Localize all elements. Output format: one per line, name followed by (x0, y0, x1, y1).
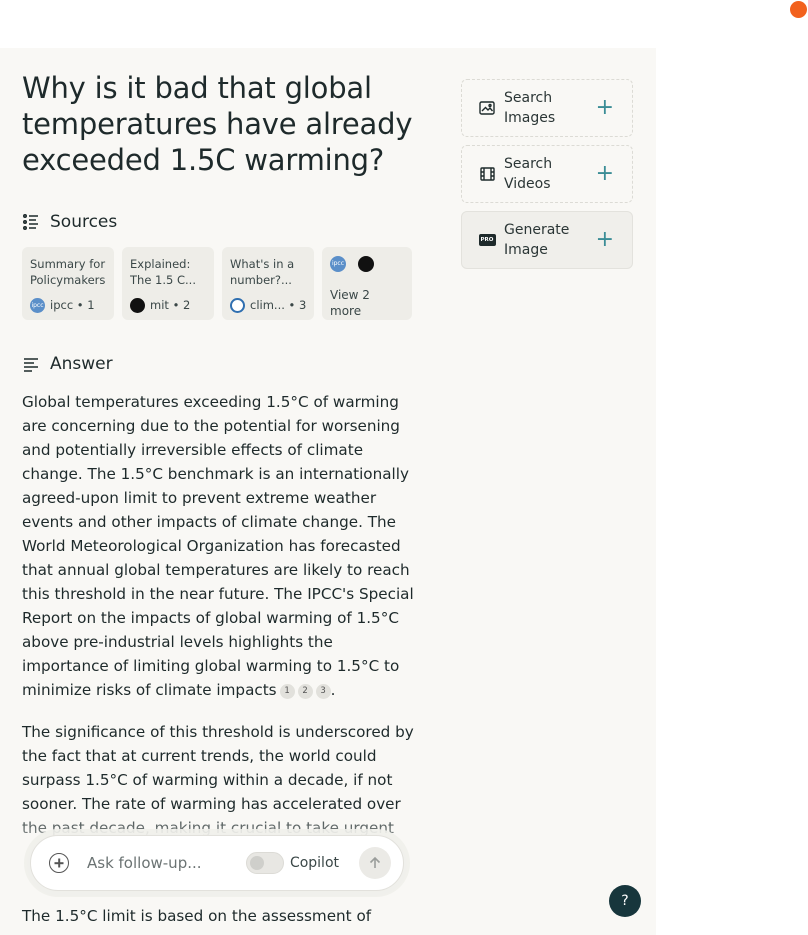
recording-indicator (790, 1, 807, 18)
more-sources-icons: ipcc (330, 256, 404, 272)
followup-input[interactable]: Ask follow-up... (87, 854, 246, 872)
ipcc-icon: ipcc (30, 297, 45, 313)
view-more-sources-button[interactable]: ipcc View 2 more (322, 247, 412, 320)
source-index: 3 (299, 298, 307, 312)
answer-text-end: . (330, 681, 336, 699)
answer-paragraph-1: Global temperatures exceeding 1.5°C of w… (22, 390, 418, 702)
generate-image-button[interactable]: PRO Generate Image + (461, 211, 633, 269)
citation-1[interactable]: 1 (279, 684, 295, 699)
answer-heading: Answer (22, 354, 113, 374)
search-images-button[interactable]: Search Images + (461, 79, 633, 137)
attach-plus-icon[interactable] (49, 853, 69, 873)
source-card-3[interactable]: What's in a number?... clim... • 3 (222, 247, 314, 320)
answer-text: Global temperatures exceeding 1.5°C of w… (22, 393, 414, 699)
source-title: What's in a number?... (230, 257, 295, 287)
question-title: Why is it bad that global temperatures h… (22, 71, 413, 177)
source-site: clim... (250, 298, 285, 312)
answer-paragraph-3: The 1.5°C limit is based on the assessme… (22, 907, 372, 925)
source-title: Explained: The 1.5 C... (130, 257, 196, 287)
search-videos-label: Search Videos (504, 156, 553, 192)
film-icon (478, 165, 496, 183)
source-card-1[interactable]: Summary for Policymakers ipcc ipcc • 1 (22, 247, 114, 320)
citation-2[interactable]: 2 (297, 684, 313, 699)
source-index: 2 (183, 298, 191, 312)
pro-badge-icon: PRO (478, 231, 496, 249)
image-icon (478, 99, 496, 117)
source-title: Summary for Policymakers (30, 257, 106, 287)
ask-followup-bar: Ask follow-up... Copilot (30, 835, 404, 891)
sources-list: Summary for Policymakers ipcc ipcc • 1 E… (22, 247, 412, 320)
mit-icon (130, 297, 145, 313)
source-meta: mit • 2 (130, 297, 206, 313)
view-more-label: View 2 more (330, 288, 370, 318)
pro-badge: PRO (478, 234, 496, 246)
source-site: ipcc (50, 298, 74, 312)
copilot-toggle[interactable] (245, 852, 284, 874)
sources-heading-label: Sources (50, 212, 118, 232)
add-icon: + (595, 227, 614, 252)
search-videos-button[interactable]: Search Videos + (461, 145, 633, 203)
ipcc-icon: ipcc (330, 256, 346, 272)
answer-icon (24, 358, 38, 372)
citation-3[interactable]: 3 (315, 684, 331, 699)
search-images-label: Search Images (504, 90, 556, 126)
copilot-label: Copilot (289, 855, 339, 871)
add-icon: + (595, 161, 614, 186)
arrow-up-icon (369, 856, 381, 868)
source-meta: ipcc ipcc • 1 (30, 297, 95, 313)
mit-icon (358, 256, 374, 272)
sources-heading: Sources (22, 212, 117, 232)
sources-icon (22, 213, 38, 231)
generate-image-label: Generate Image (504, 222, 570, 258)
answer-body: Global temperatures exceeding 1.5°C of w… (22, 390, 418, 858)
answer-heading-label: Answer (50, 354, 113, 374)
top-bar (0, 0, 808, 48)
add-icon: + (595, 95, 614, 120)
source-site: mit (150, 298, 169, 312)
help-button[interactable]: ? (609, 885, 641, 917)
climate-site-icon (230, 297, 245, 313)
source-card-2[interactable]: Explained: The 1.5 C... mit • 2 (122, 247, 214, 320)
main-panel: Why is it bad that global temperatures h… (0, 48, 656, 935)
source-meta: clim... • 3 (230, 297, 306, 313)
source-index: 1 (87, 298, 95, 312)
submit-button[interactable] (359, 847, 391, 879)
